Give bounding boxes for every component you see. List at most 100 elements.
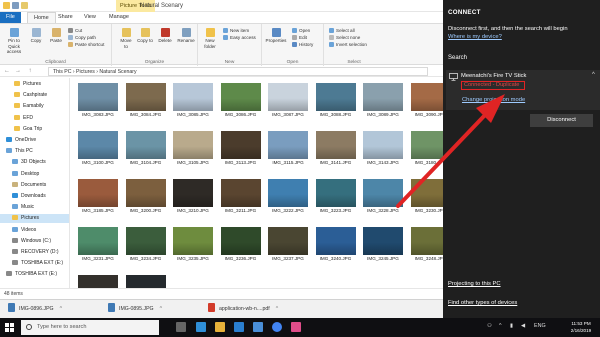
file-thumbnail[interactable]: IMG_3143.JPG xyxy=(363,131,403,165)
properties-quick-icon[interactable] xyxy=(12,2,19,9)
file-thumbnail[interactable]: IMG_3211.JPG xyxy=(220,179,261,213)
nav-item[interactable]: Cashpirate xyxy=(0,91,69,100)
paste-shortcut-button[interactable]: Paste shortcut xyxy=(68,42,104,48)
file-thumbnail[interactable]: IMG_3089.JPG xyxy=(363,83,403,117)
select-none-button[interactable]: Select none xyxy=(329,35,360,41)
windows-start-icon[interactable] xyxy=(5,323,14,332)
open-button[interactable]: Open xyxy=(292,28,310,34)
taskbar-search-input[interactable]: Type here to search xyxy=(21,320,159,335)
mail-icon[interactable] xyxy=(253,322,263,332)
nav-item[interactable]: Eamabily xyxy=(0,102,69,111)
nav-item[interactable]: TOSHIBA EXT (E:) xyxy=(0,270,69,279)
file-thumbnail[interactable]: IMG_3250.JPG xyxy=(78,275,118,288)
copy-path-button[interactable]: Copy path xyxy=(68,35,96,41)
file-thumbnail[interactable]: IMG_3236.JPG xyxy=(220,227,261,261)
file-thumbnail[interactable]: IMG_3223.JPG xyxy=(315,179,356,213)
copy-to-button[interactable]: Copy to xyxy=(137,28,153,44)
nav-item[interactable]: RECOVERY (D:) xyxy=(0,248,69,257)
history-button[interactable]: History xyxy=(292,42,313,48)
store-icon[interactable] xyxy=(234,322,244,332)
file-thumbnail[interactable]: IMG_3090.JPG xyxy=(410,83,443,117)
nav-item[interactable]: Videos xyxy=(0,226,69,235)
file-thumbnail[interactable]: IMG_3230.JPG xyxy=(410,179,443,213)
file-thumbnail[interactable]: IMG_3234.JPG xyxy=(125,227,166,261)
file-thumbnail[interactable]: IMG_3141.JPG xyxy=(315,131,356,165)
nav-item[interactable]: 3D Objects xyxy=(0,158,69,167)
file-thumbnail[interactable]: IMG_3083.JPG xyxy=(78,83,118,117)
file-thumbnail[interactable]: IMG_3240.JPG xyxy=(315,227,356,261)
chevron-up-icon[interactable]: ^ xyxy=(160,306,162,312)
file-thumbnail[interactable]: IMG_3251.JPG xyxy=(125,275,166,288)
select-all-button[interactable]: Select all xyxy=(329,28,355,34)
file-thumbnail[interactable]: IMG_3245.JPG xyxy=(363,227,403,261)
file-thumbnail[interactable]: IMG_3088.JPG xyxy=(315,83,356,117)
pin-button[interactable]: Pin to Quick access xyxy=(3,28,25,55)
file-thumbnail[interactable]: IMG_3222.JPG xyxy=(268,179,308,213)
nav-item[interactable]: EFD xyxy=(0,114,69,123)
nav-item[interactable]: Desktop xyxy=(0,170,69,179)
chevron-up-icon[interactable]: ^ xyxy=(60,306,62,312)
task-view-icon[interactable] xyxy=(176,322,186,332)
tab-manage[interactable]: Manage xyxy=(103,12,135,23)
rename-button[interactable]: Rename xyxy=(177,28,195,44)
move-to-button[interactable]: Move to xyxy=(118,28,134,49)
delete-button[interactable]: Delete xyxy=(157,28,173,44)
change-projection-mode-link[interactable]: Change projection mode xyxy=(462,97,525,103)
nav-item[interactable]: Documents xyxy=(0,181,69,190)
language-indicator[interactable]: ENG xyxy=(534,323,546,329)
projecting-to-this-pc-link[interactable]: Projecting to this PC xyxy=(448,281,501,287)
download-item[interactable]: IMG-0896.JPG ^ xyxy=(8,303,62,316)
file-thumbnail[interactable]: IMG_3231.JPG xyxy=(78,227,118,261)
nav-item[interactable]: Goa Trip xyxy=(0,125,69,134)
nav-item[interactable]: Pictures xyxy=(0,214,69,224)
new-folder-quick-icon[interactable] xyxy=(21,2,28,9)
app-icon[interactable] xyxy=(291,322,301,332)
edge-icon[interactable] xyxy=(196,322,206,332)
tab-file[interactable]: File xyxy=(0,12,21,23)
nav-item[interactable]: OneDrive xyxy=(0,136,69,145)
device-entry[interactable]: Meenatchi's Fire TV Stick ^ Connected - … xyxy=(446,70,600,110)
file-thumbnail[interactable]: IMG_3237.JPG xyxy=(268,227,308,261)
nav-item[interactable]: Downloads xyxy=(0,192,69,201)
file-thumbnail[interactable]: IMG_3113.JPG xyxy=(220,131,261,165)
chevron-up-icon[interactable]: ^ xyxy=(276,306,278,312)
cut-button[interactable]: Cut xyxy=(68,28,82,34)
disconnect-button[interactable]: Disconnect xyxy=(530,114,593,127)
file-thumbnail[interactable]: IMG_3086.JPG xyxy=(220,83,261,117)
volume-icon[interactable]: ◀ xyxy=(521,323,525,329)
chevron-up-icon[interactable]: ^ xyxy=(592,72,595,78)
chevron-up-tray-icon[interactable]: ^ xyxy=(499,323,502,329)
nav-item[interactable]: TOSHIBA EXT (E:) xyxy=(0,259,69,268)
file-thumbnail[interactable]: IMG_3180.JPG xyxy=(410,131,443,165)
address-path[interactable]: This PC › Pictures › Natural Scenary xyxy=(48,67,428,76)
easy-access-button[interactable]: Easy access xyxy=(223,35,256,41)
where-is-device-link[interactable]: Where is my device? xyxy=(448,33,598,41)
file-thumbnail[interactable]: IMG_3235.JPG xyxy=(173,227,213,261)
file-thumbnail[interactable]: IMG_3105.JPG xyxy=(173,131,213,165)
file-thumbnail[interactable]: IMG_3115.JPG xyxy=(268,131,308,165)
file-thumbnail[interactable]: IMG_3228.JPG xyxy=(363,179,403,213)
invert-selection-button[interactable]: Invert selection xyxy=(329,42,367,48)
people-icon[interactable]: ⚇ xyxy=(487,323,492,329)
nav-item[interactable]: This PC xyxy=(0,147,69,156)
forward-arrow-icon[interactable]: → xyxy=(14,67,22,76)
file-thumbnail[interactable]: IMG_3248.JPG xyxy=(410,227,443,261)
paste-button[interactable]: Paste xyxy=(48,28,64,44)
file-thumbnail[interactable]: IMG_3085.JPG xyxy=(173,83,213,117)
edit-button[interactable]: Edit xyxy=(292,35,307,41)
properties-button[interactable]: Properties xyxy=(265,28,287,44)
download-item[interactable]: application-wb-n....pdf ^ xyxy=(208,303,278,316)
file-explorer-icon[interactable] xyxy=(215,322,225,332)
file-thumbnail[interactable]: IMG_3100.JPG xyxy=(78,131,118,165)
new-item-button[interactable]: New item xyxy=(223,28,249,34)
download-item[interactable]: IMG-0895.JPG ^ xyxy=(108,303,162,316)
file-thumbnail[interactable]: IMG_3084.JPG xyxy=(125,83,166,117)
file-thumbnail[interactable]: IMG_3185.JPG xyxy=(78,179,118,213)
taskbar-clock[interactable]: 11:53 PM 2/16/2019 xyxy=(566,320,596,334)
file-thumbnail[interactable]: IMG_3200.JPG xyxy=(125,179,166,213)
new-folder-button[interactable]: New folder xyxy=(202,28,218,49)
network-icon[interactable]: ▮ xyxy=(510,323,513,329)
back-arrow-icon[interactable]: ← xyxy=(3,67,11,76)
file-thumbnail[interactable]: IMG_3104.JPG xyxy=(125,131,166,165)
file-thumbnail[interactable]: IMG_3087.JPG xyxy=(268,83,308,117)
